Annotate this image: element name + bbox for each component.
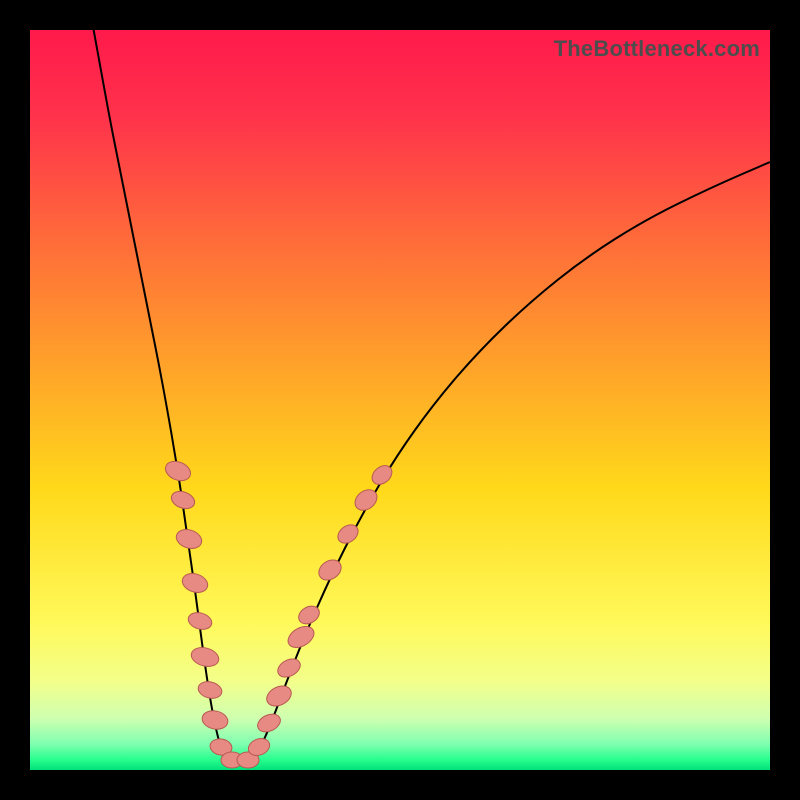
chart-stage: TheBottleneck.com [0, 0, 800, 800]
plot-area: TheBottleneck.com [30, 30, 770, 770]
bead-marker [169, 488, 197, 511]
bead-marker [255, 711, 284, 736]
bead-marker [200, 708, 229, 731]
bead-marker [163, 458, 194, 484]
bead-marker [275, 655, 304, 680]
bead-group [163, 458, 396, 768]
bead-marker [174, 526, 204, 551]
bead-marker [196, 679, 223, 700]
bead-marker [189, 645, 221, 670]
bead-marker [263, 682, 294, 710]
curve-layer [30, 30, 770, 770]
bead-marker [180, 570, 210, 595]
bead-marker [315, 556, 345, 584]
bead-marker [186, 610, 213, 632]
